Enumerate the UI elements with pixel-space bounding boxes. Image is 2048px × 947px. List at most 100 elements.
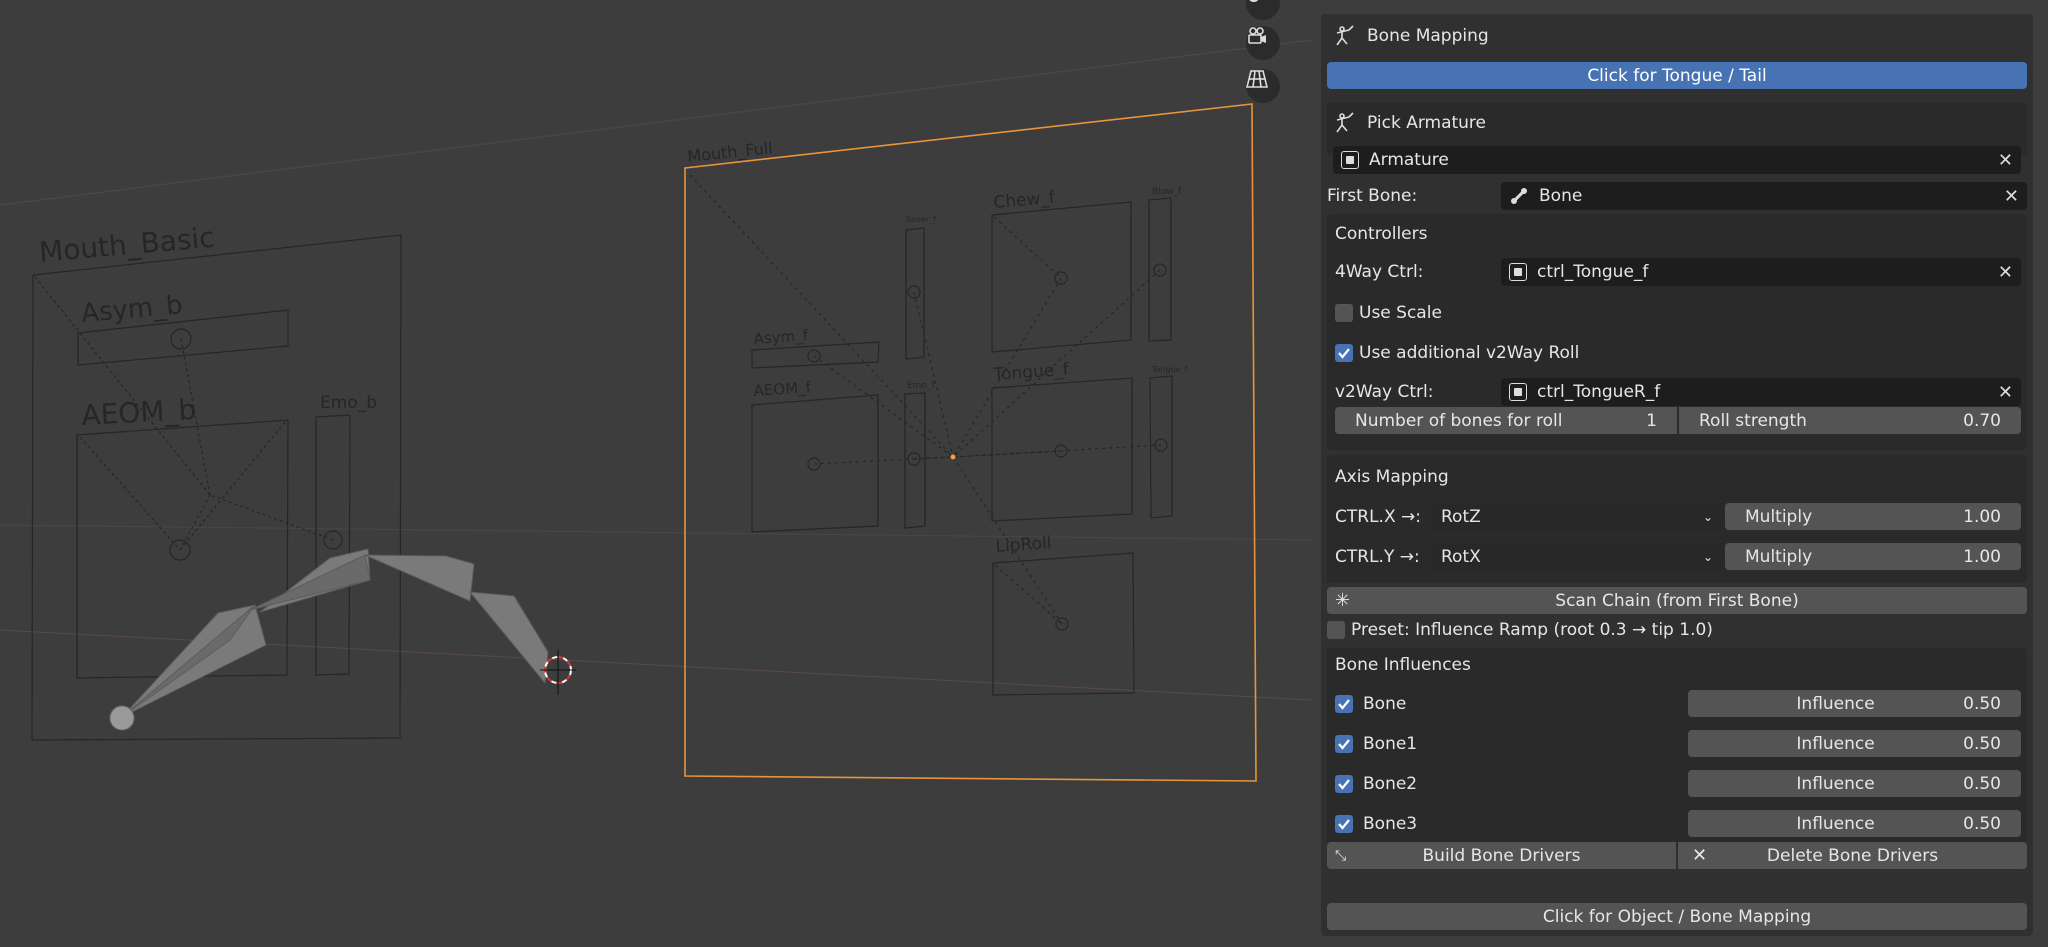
object-bone-mapping-button[interactable]: Click for Object / Bone Mapping <box>1327 903 2027 930</box>
armature-field[interactable]: Armature ✕ <box>1333 146 2021 174</box>
bone-influences-label: Bone Influences <box>1335 655 1471 675</box>
build-bone-drivers-button[interactable]: ⤡ Build Bone Drivers <box>1327 842 1676 869</box>
clear-icon[interactable]: ✕ <box>1998 382 2013 403</box>
sparkle-icon: ✳ <box>1335 590 1351 611</box>
influence-label: Influence <box>1796 693 1875 714</box>
v2way-ctrl-label: v2Way Ctrl: <box>1335 382 1434 402</box>
multiply-label: Multiply <box>1745 546 1813 567</box>
use-v2way-label: Use additional v2Way Roll <box>1359 343 1580 363</box>
armature-value: Armature <box>1369 150 1449 170</box>
bone-enabled-checkbox[interactable] <box>1335 814 1353 833</box>
roll-strength-slider[interactable]: Roll strength 0.70 <box>1679 407 2021 434</box>
num-bones-value: 1 <box>1646 410 1657 431</box>
label-emo-f: Emo_f <box>907 381 935 391</box>
first-bone-label: First Bone: <box>1327 186 1418 206</box>
build-drivers-label: Build Bone Drivers <box>1422 845 1581 866</box>
num-bones-label: Number of bones for roll <box>1355 410 1563 431</box>
axis-row-x: CTRL.X →: RotZ ⌄ Multiply 1.00 <box>1335 503 2021 530</box>
bone-influence-row: Bone2 Influence 0.50 <box>1335 770 2021 797</box>
use-scale-label: Use Scale <box>1359 303 1442 323</box>
bone-name: Bone3 <box>1363 813 1418 834</box>
v2way-ctrl-value: ctrl_TongueR_f <box>1537 382 1661 402</box>
fourway-ctrl-field[interactable]: ctrl_Tongue_f ✕ <box>1501 258 2021 286</box>
bone-enabled-checkbox[interactable] <box>1335 694 1353 713</box>
use-v2way-checkbox[interactable]: Use additional v2Way Roll <box>1335 339 2027 367</box>
pick-armature-label: Pick Armature <box>1367 113 1487 133</box>
axis-mapping-label: Axis Mapping <box>1335 467 1449 487</box>
label-tongue-f: Tongue_f <box>992 360 1070 385</box>
checkbox-checked-icon[interactable] <box>1335 344 1353 362</box>
influence-value: 0.50 <box>1963 813 2001 834</box>
panel-title: Bone Mapping <box>1367 26 1489 46</box>
bone-name: Bone2 <box>1363 773 1418 794</box>
armature-icon <box>1336 25 1354 46</box>
grid-icon[interactable] <box>1246 69 1280 103</box>
mouth-full-board-outline <box>684 103 1257 782</box>
label-chew-f: Chew_f <box>993 188 1057 213</box>
checkbox-unchecked[interactable] <box>1335 304 1353 322</box>
ctrl-x-multiply-slider[interactable]: Multiply 1.00 <box>1725 503 2021 530</box>
v2way-ctrl-field[interactable]: ctrl_TongueR_f ✕ <box>1501 378 2021 406</box>
chevron-down-icon: ⌄ <box>1702 509 1713 524</box>
ctrl-y-multiply-slider[interactable]: Multiply 1.00 <box>1725 543 2021 570</box>
multiply-value: 1.00 <box>1963 546 2001 567</box>
driver-icon: ⤡ <box>1335 847 1347 864</box>
clear-icon[interactable]: ✕ <box>1998 262 2013 283</box>
object-icon <box>1509 263 1527 281</box>
close-icon: ✕ <box>1692 845 1708 866</box>
delete-drivers-label: Delete Bone Drivers <box>1766 845 1939 866</box>
object-icon <box>1509 383 1527 401</box>
use-scale-checkbox[interactable]: Use Scale <box>1335 299 2027 327</box>
bone-name: Bone1 <box>1363 733 1418 754</box>
panel-header[interactable]: Bone Mapping <box>1327 21 2027 51</box>
preset-influence-ramp-checkbox[interactable]: Preset: Influence Ramp (root 0.3 → tip 1… <box>1327 616 2027 644</box>
label-aeom-f: AEOM_f <box>753 378 812 401</box>
roll-strength-label: Roll strength <box>1699 410 1807 431</box>
bone-enabled-checkbox[interactable] <box>1335 774 1353 793</box>
num-bones-roll-slider[interactable]: Number of bones for roll 1 <box>1335 407 1677 434</box>
label-mouth-basic: Mouth_Basic <box>38 221 216 269</box>
armature-icon <box>1336 112 1354 133</box>
bone-icon <box>1511 188 1527 204</box>
bone-chain <box>121 548 549 718</box>
bone-enabled-checkbox[interactable] <box>1335 734 1353 753</box>
3d-viewport[interactable]: Mouth_Basic Asym_b AEOM_b Emo_b Mouth_Fu… <box>0 0 1312 947</box>
multiply-value: 1.00 <box>1963 506 2001 527</box>
label-liproll: LipRoll <box>995 533 1052 557</box>
checkbox-unchecked[interactable] <box>1327 621 1345 639</box>
influence-value: 0.50 <box>1963 773 2001 794</box>
ctrl-y-select[interactable]: RotX ⌄ <box>1431 543 1723 570</box>
influence-label: Influence <box>1796 773 1875 794</box>
label-emo-b: Emo_b <box>320 393 377 413</box>
bone-influence-slider[interactable]: Influence 0.50 <box>1688 810 2021 837</box>
fourway-ctrl-label: 4Way Ctrl: <box>1335 262 1424 282</box>
bone-influence-slider[interactable]: Influence 0.50 <box>1688 730 2021 757</box>
label-blow-f: Blow_f <box>1152 187 1182 197</box>
ctrl-y-select-value: RotX <box>1441 546 1481 567</box>
scan-chain-label: Scan Chain (from First Bone) <box>1555 590 1799 611</box>
clear-icon[interactable]: ✕ <box>1998 150 2013 171</box>
bone-influence-slider[interactable]: Influence 0.50 <box>1688 770 2021 797</box>
label-aeom-b: AEOM_b <box>81 393 197 432</box>
label-tongue-f-small: Tongue_f <box>1151 365 1188 374</box>
ctrl-y-label: CTRL.Y →: <box>1335 546 1420 567</box>
axis-row-y: CTRL.Y →: RotX ⌄ Multiply 1.00 <box>1335 543 2021 570</box>
scan-chain-button[interactable]: ✳ Scan Chain (from First Bone) <box>1327 587 2027 614</box>
bone-influence-row: Bone3 Influence 0.50 <box>1335 810 2021 837</box>
bone-influence-slider[interactable]: Influence 0.50 <box>1688 690 2021 717</box>
clear-icon[interactable]: ✕ <box>2004 186 2019 207</box>
roll-strength-value: 0.70 <box>1963 410 2001 431</box>
camera-icon[interactable] <box>1246 26 1280 60</box>
fourway-ctrl-value: ctrl_Tongue_f <box>1537 262 1649 282</box>
bone-name: Bone <box>1363 693 1407 714</box>
influence-value: 0.50 <box>1963 733 2001 754</box>
ctrl-x-label: CTRL.X →: <box>1335 506 1421 527</box>
influence-value: 0.50 <box>1963 693 2001 714</box>
first-bone-value: Bone <box>1539 186 1583 206</box>
ctrl-x-select[interactable]: RotZ ⌄ <box>1431 503 1723 530</box>
delete-bone-drivers-button[interactable]: ✕ Delete Bone Drivers <box>1678 842 2027 869</box>
influence-label: Influence <box>1796 733 1875 754</box>
tongue-tail-button[interactable]: Click for Tongue / Tail <box>1327 62 2027 89</box>
first-bone-field[interactable]: Bone ✕ <box>1501 182 2027 210</box>
label-sneer-f: Sneer_f <box>906 215 936 224</box>
